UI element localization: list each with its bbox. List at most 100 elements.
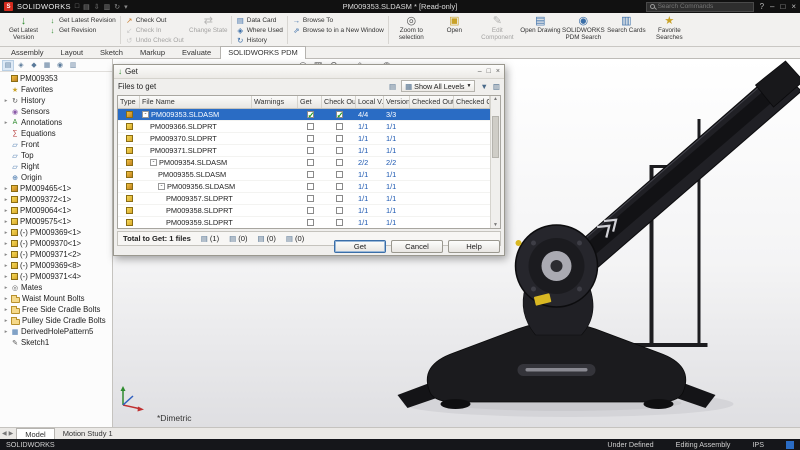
checkout-checkbox[interactable]	[336, 111, 343, 118]
cancel-button[interactable]: Cancel	[391, 240, 443, 253]
tab-markup[interactable]: Markup	[132, 46, 173, 58]
expander-icon[interactable]: ▸	[3, 98, 9, 104]
open-file-icon[interactable]: ▤	[83, 3, 90, 11]
ribbon-get-latest-version-button[interactable]: ↓Get Latest Version	[2, 14, 45, 46]
expander-icon[interactable]: ▸	[3, 241, 9, 247]
tab-solidworks-pdm[interactable]: SOLIDWORKS PDM	[220, 46, 306, 59]
ribbon-open-drawing-button[interactable]: ▤Open Drawing	[519, 14, 562, 46]
tree-item-sensors[interactable]: ◉Sensors	[0, 106, 112, 117]
tree-item-history[interactable]: ▸↻History	[0, 95, 112, 106]
checkout-checkbox[interactable]	[336, 123, 343, 130]
expander-icon[interactable]: ▸	[3, 318, 9, 324]
ribbon-where-used-button[interactable]: ◈Where Used	[236, 26, 283, 35]
column-get[interactable]: Get	[298, 96, 322, 108]
scroll-down-icon[interactable]: ▼	[491, 222, 500, 228]
ribbon-zoom-to-selection-button[interactable]: ◎Zoom to selection	[390, 14, 433, 46]
ribbon-browse-to-button[interactable]: →Browse To	[292, 16, 384, 25]
ribbon-solidworks-pdm-search-button[interactable]: ◉SOLIDWORKS PDM Search	[562, 14, 605, 46]
ribbon-open-button[interactable]: ▣Open	[433, 14, 476, 46]
tab-scroll-right-icon[interactable]: ▶	[9, 430, 14, 437]
minimize-button[interactable]: –	[770, 2, 774, 11]
checkout-checkbox[interactable]	[336, 183, 343, 190]
expander-icon[interactable]: ▸	[3, 219, 9, 225]
filter-icon[interactable]: ▼	[480, 82, 487, 91]
ribbon-favorite-searches-button[interactable]: ★Favorite Searches	[648, 14, 691, 46]
expander-icon[interactable]: ▸	[3, 329, 9, 335]
pdm-tab-icon[interactable]: ▥	[67, 60, 79, 71]
search-commands-input[interactable]	[658, 3, 750, 10]
expander-icon[interactable]: ▸	[3, 274, 9, 280]
column-file-name[interactable]: File Name	[140, 96, 252, 108]
scroll-up-icon[interactable]: ▲	[491, 96, 500, 102]
new-file-icon[interactable]: □	[75, 3, 79, 11]
dialog-maximize-button[interactable]: □	[487, 68, 491, 75]
tree-item-right[interactable]: ▱Right	[0, 161, 112, 172]
column-type[interactable]: Type	[118, 96, 140, 108]
tab-motion-study-1[interactable]: Motion Study 1	[55, 428, 121, 439]
file-row-pm009357-sldprt[interactable]: PM009357.SLDPRT1/11/1	[118, 193, 490, 205]
expander-icon[interactable]: -	[142, 111, 149, 118]
get-button[interactable]: Get	[334, 240, 386, 253]
featuremanager-icon[interactable]: ▤	[2, 60, 14, 71]
tree-item-pm009371-4[interactable]: ▸(-) PM009371<4>	[0, 271, 112, 282]
expander-icon[interactable]: ▸	[3, 230, 9, 236]
tree-item-pm009575-1[interactable]: ▸PM009575<1>	[0, 216, 112, 227]
get-checkbox[interactable]	[307, 171, 314, 178]
tree-item-pm009465-1[interactable]: ▸PM009465<1>	[0, 183, 112, 194]
expander-icon[interactable]: ▸	[3, 197, 9, 203]
get-dialog-titlebar[interactable]: ↓ Get – □ ×	[114, 65, 504, 79]
tab-model[interactable]: Model	[16, 428, 54, 439]
file-row-pm009358-sldprt[interactable]: PM009358.SLDPRT1/11/1	[118, 205, 490, 217]
file-row-pm009354-sldasm[interactable]: -PM009354.SLDASM2/22/2	[118, 157, 490, 169]
checkout-checkbox[interactable]	[336, 219, 343, 226]
checkout-checkbox[interactable]	[336, 207, 343, 214]
help-button[interactable]: Help	[448, 240, 500, 253]
tree-item-free-side-cradle-bolts[interactable]: ▸Free Side Cradle Bolts	[0, 304, 112, 315]
dimxpert-icon[interactable]: ▦	[41, 60, 53, 71]
expander-icon[interactable]: ▸	[3, 285, 9, 291]
tree-item-top[interactable]: ▱Top	[0, 150, 112, 161]
file-row-pm009355-sldasm[interactable]: PM009355.SLDASM1/11/1	[118, 169, 490, 181]
checkout-checkbox[interactable]	[336, 135, 343, 142]
scrollbar-thumb[interactable]	[492, 116, 499, 158]
get-checkbox[interactable]	[307, 195, 314, 202]
tab-evaluate[interactable]: Evaluate	[174, 46, 219, 58]
expander-icon[interactable]: ▸	[3, 296, 9, 302]
tree-item-front[interactable]: ▱Front	[0, 139, 112, 150]
tree-item-pm009369-1[interactable]: ▸(-) PM009369<1>	[0, 227, 112, 238]
statusbar-corner-icon[interactable]	[786, 441, 794, 449]
close-button[interactable]: ×	[791, 2, 796, 11]
search-commands-box[interactable]	[646, 2, 754, 12]
checkout-checkbox[interactable]	[336, 147, 343, 154]
help-icon[interactable]: ?	[760, 2, 764, 11]
dialog-minimize-button[interactable]: –	[478, 68, 482, 75]
expander-icon[interactable]: ▸	[3, 208, 9, 214]
get-checkbox[interactable]	[307, 135, 314, 142]
get-checkbox[interactable]	[307, 183, 314, 190]
tree-item-pulley-side-cradle-bolts[interactable]: ▸Pulley Side Cradle Bolts	[0, 315, 112, 326]
get-checkbox[interactable]	[307, 111, 314, 118]
rebuild-icon[interactable]: ↻	[114, 3, 120, 11]
expander-icon[interactable]: ▸	[3, 307, 9, 313]
tree-item-pm009064-1[interactable]: ▸PM009064<1>	[0, 205, 112, 216]
dialog-close-button[interactable]: ×	[496, 68, 500, 75]
tab-scroll-left-icon[interactable]: ◀	[2, 430, 7, 437]
column-checked-out-in[interactable]: Checked Out In	[454, 96, 490, 108]
configurationmanager-icon[interactable]: ◆	[28, 60, 40, 71]
get-checkbox[interactable]	[307, 207, 314, 214]
ribbon-get-latest-revision-button[interactable]: ↓Get Latest Revision	[48, 16, 116, 25]
ribbon-check-out-button[interactable]: ↗Check Out	[125, 16, 184, 25]
file-row-pm009371-sldprt[interactable]: PM009371.SLDPRT1/11/1	[118, 145, 490, 157]
checkout-checkbox[interactable]	[336, 159, 343, 166]
tree-item-sketch1[interactable]: ✎Sketch1	[0, 337, 112, 348]
tree-item-pm009353[interactable]: PM009353	[0, 73, 112, 84]
ribbon-browse-to-in-a-new-window-button[interactable]: ⇗Browse to in a New Window	[292, 26, 384, 35]
ribbon-search-cards-button[interactable]: ▥Search Cards	[605, 14, 648, 46]
ribbon-data-card-button[interactable]: ▤Data Card	[236, 16, 283, 25]
get-checkbox[interactable]	[307, 219, 314, 226]
expander-icon[interactable]: ▸	[3, 252, 9, 258]
get-checkbox[interactable]	[307, 159, 314, 166]
options-dropdown-icon[interactable]: ▾	[124, 3, 128, 11]
checkout-checkbox[interactable]	[336, 171, 343, 178]
tree-item-origin[interactable]: ⊕Origin	[0, 172, 112, 183]
